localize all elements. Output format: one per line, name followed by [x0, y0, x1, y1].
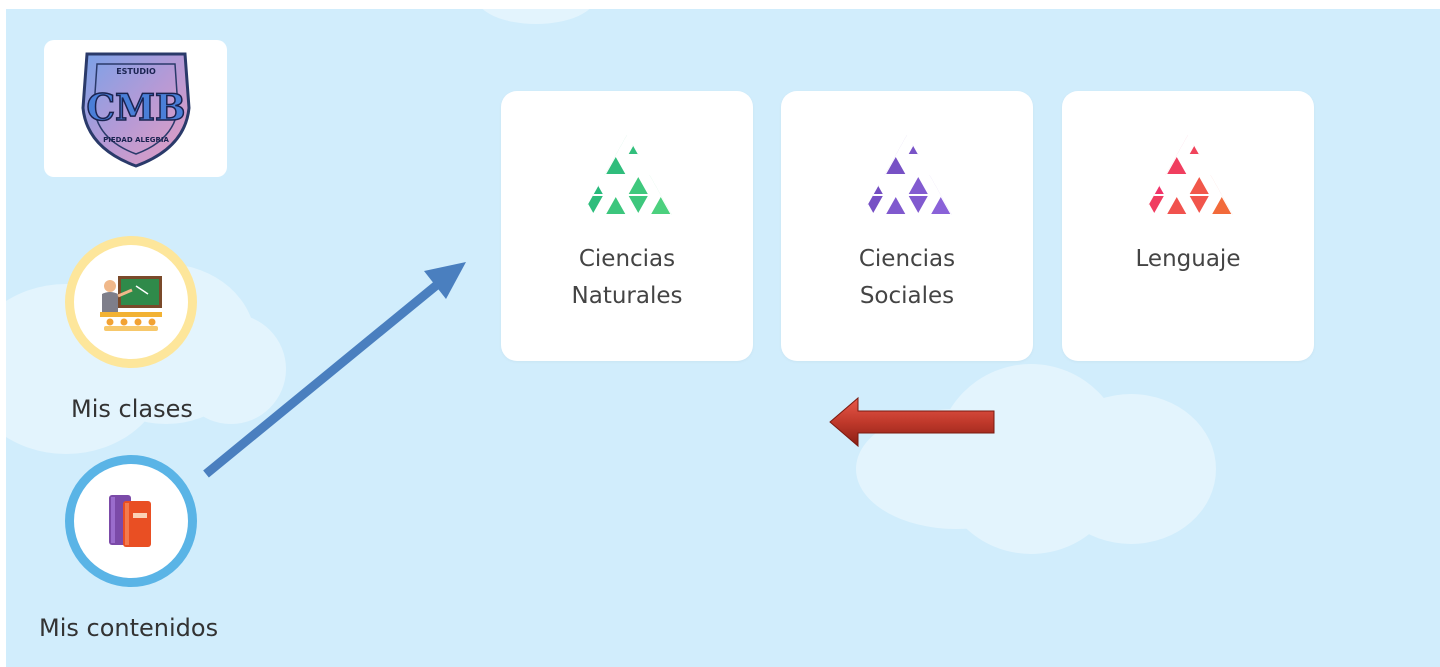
- mosaic-tile: [1186, 194, 1213, 215]
- subject-card-lenguaje[interactable]: Lenguaje: [1062, 91, 1314, 361]
- mosaic-tile: [1208, 152, 1233, 176]
- mosaic-tile: [647, 135, 672, 158]
- background-cloud: [476, 9, 596, 24]
- nav-mis-clases[interactable]: Mis clases: [65, 236, 215, 426]
- mosaic-tile: [1186, 135, 1213, 156]
- mosaic-tile: [927, 135, 952, 158]
- mosaic-tile: [882, 192, 909, 215]
- mosaic-tile: [1208, 135, 1233, 158]
- mosaic-tile: [625, 135, 652, 156]
- mis-contenidos-label: Mis contenidos: [39, 614, 219, 642]
- mosaic-tile: [1143, 172, 1168, 196]
- svg-text:CMB: CMB: [87, 87, 186, 129]
- teacher-classroom-icon: [100, 276, 162, 331]
- mis-clases-circle[interactable]: [65, 236, 197, 368]
- mosaic-tile: [862, 194, 887, 215]
- mosaic-tile: [647, 174, 672, 198]
- mosaic-tile: [647, 192, 672, 215]
- mosaic-tile: [602, 192, 629, 215]
- mosaic-tile: [1208, 192, 1233, 215]
- mosaic-tile: [647, 152, 672, 176]
- nav-mis-contenidos[interactable]: Mis contenidos: [39, 455, 249, 645]
- mosaic-tile: [582, 194, 607, 215]
- mosaic-tile: [1163, 152, 1190, 176]
- mosaic-tile: [1163, 192, 1190, 215]
- mosaic-tile: [882, 135, 909, 158]
- mosaic-tile: [905, 172, 932, 196]
- mosaic-tile: [1143, 135, 1168, 156]
- mosaic-tile: [882, 152, 909, 176]
- school-shield-logo: ESTUDIO CMB PIEDAD ALEGRIA: [81, 52, 191, 168]
- svg-text:ESTUDIO: ESTUDIO: [116, 67, 156, 76]
- mosaic-tile: [862, 172, 887, 196]
- triangle-mosaic-icon: [862, 135, 952, 215]
- mosaic-tile: [582, 172, 607, 196]
- triangle-mosaic-icon: [582, 135, 672, 215]
- mosaic-tile: [1208, 174, 1233, 198]
- books-icon: [109, 495, 151, 547]
- app-stage: ESTUDIO CMB PIEDAD ALEGRIA Mis clases Mi…: [6, 9, 1440, 667]
- mosaic-tile: [602, 135, 629, 158]
- mosaic-tile: [905, 135, 932, 156]
- subject-label: Ciencias Sociales: [858, 246, 956, 309]
- mosaic-tile: [862, 135, 887, 156]
- subject-card-ciencias-sociales[interactable]: Ciencias Sociales: [781, 91, 1033, 361]
- mosaic-tile: [625, 172, 652, 196]
- svg-text:PIEDAD ALEGRIA: PIEDAD ALEGRIA: [103, 136, 169, 144]
- mosaic-tile: [602, 152, 629, 176]
- mosaic-tile: [1143, 154, 1168, 178]
- subject-card-ciencias-naturales[interactable]: Ciencias Naturales: [501, 91, 753, 361]
- mosaic-tile: [927, 174, 952, 198]
- triangle-mosaic-icon: [1143, 135, 1233, 215]
- mosaic-tile: [1186, 172, 1213, 196]
- mosaic-tile: [1143, 194, 1168, 215]
- mis-contenidos-circle[interactable]: [65, 455, 197, 587]
- background-cloud: [1046, 394, 1216, 544]
- subject-label: Ciencias Naturales: [571, 246, 683, 309]
- mosaic-tile: [1163, 135, 1190, 158]
- mosaic-tile: [582, 135, 607, 156]
- mosaic-tile: [905, 194, 932, 215]
- mosaic-tile: [927, 152, 952, 176]
- mosaic-tile: [862, 154, 887, 178]
- subject-label: Lenguaje: [1135, 246, 1241, 272]
- mis-clases-label: Mis clases: [71, 395, 193, 423]
- mosaic-tile: [625, 194, 652, 215]
- mosaic-tile: [582, 154, 607, 178]
- school-logo: ESTUDIO CMB PIEDAD ALEGRIA: [44, 40, 227, 177]
- mosaic-tile: [927, 192, 952, 215]
